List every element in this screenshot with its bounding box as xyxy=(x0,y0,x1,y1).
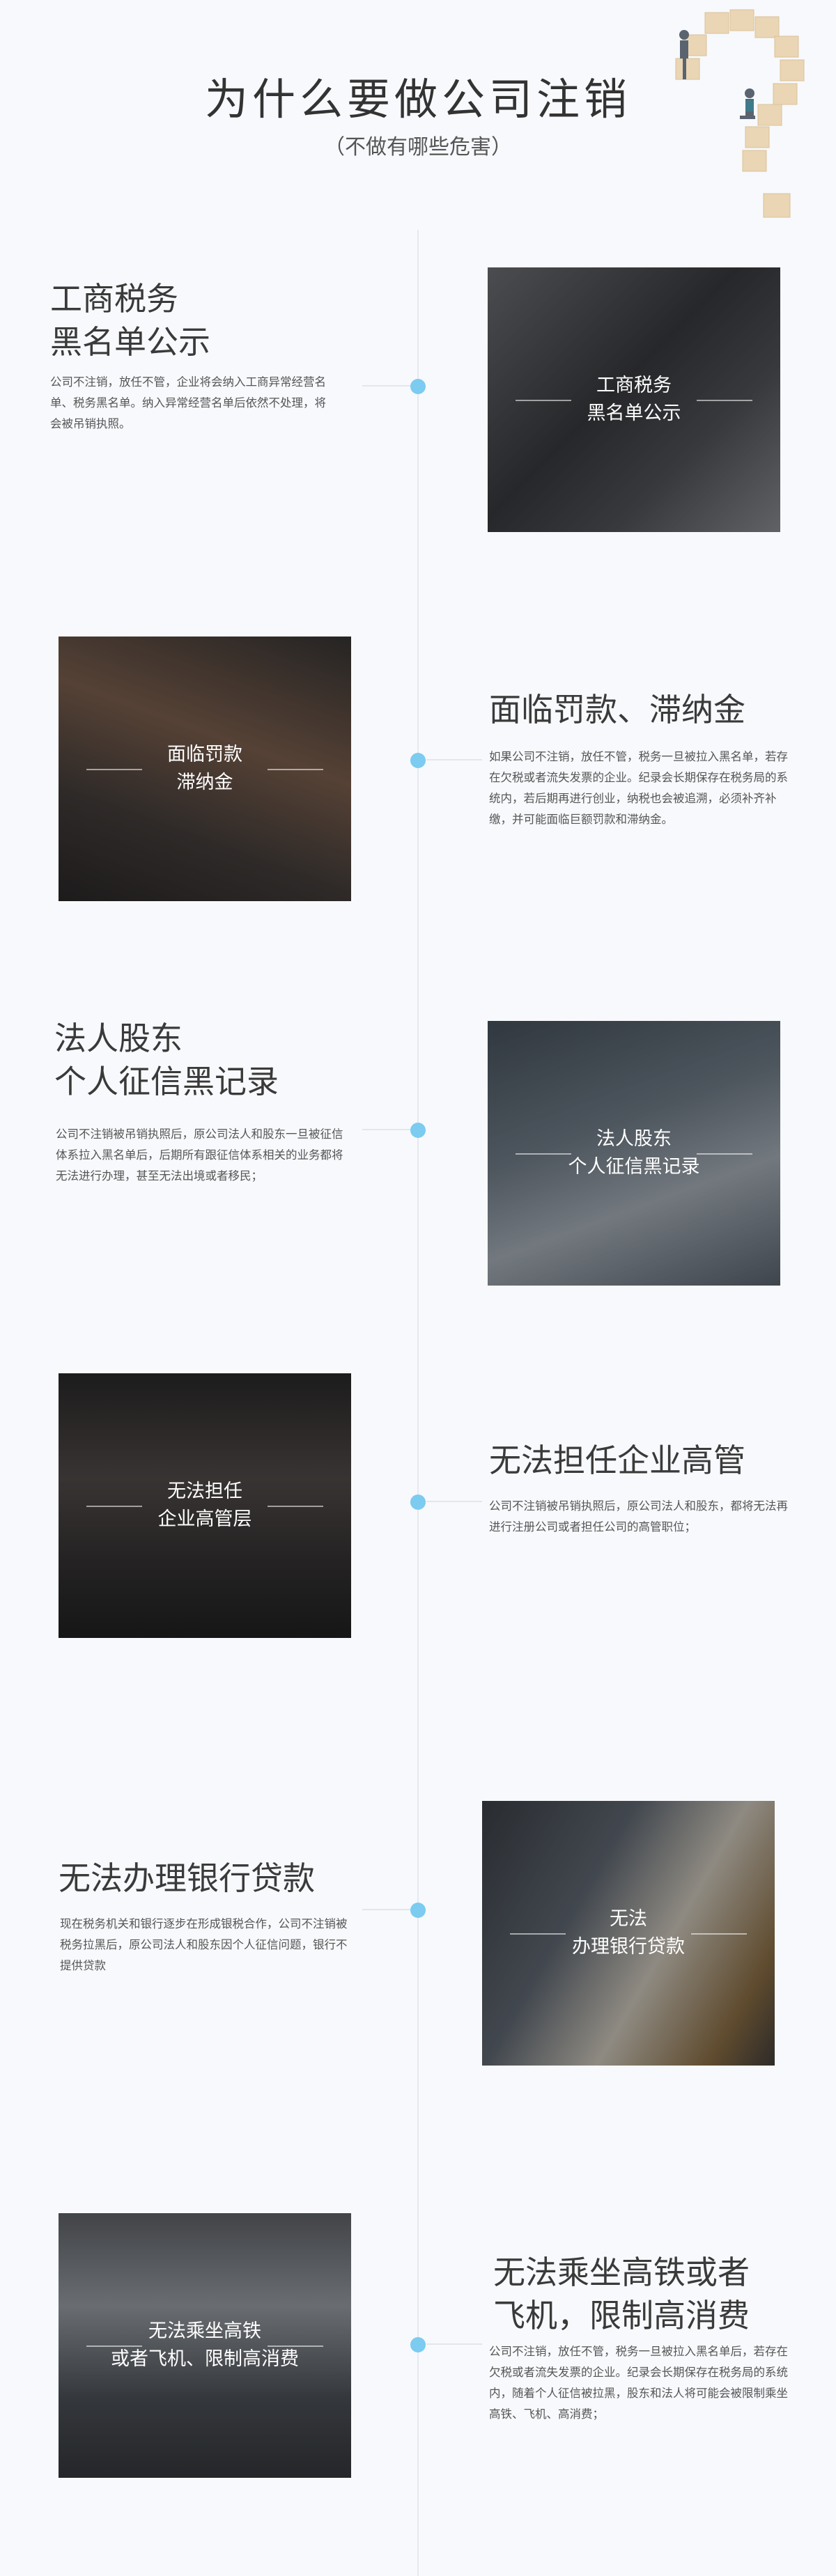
timeline-dot xyxy=(410,1903,426,1918)
item-description: 公司不注销被吊销执照后，原公司法人和股东一旦被征信体系拉入黑名单后，后期所有跟征… xyxy=(56,1127,343,1182)
timeline-dot xyxy=(410,2337,426,2352)
timeline-line xyxy=(417,230,419,2576)
timeline-dot xyxy=(410,379,426,394)
connector-line xyxy=(362,1129,418,1130)
connector-line xyxy=(426,1501,482,1502)
connector-line xyxy=(426,759,482,760)
connector-line xyxy=(362,1909,418,1910)
timeline-dot xyxy=(410,1494,426,1510)
connector-line xyxy=(362,385,418,387)
item-photo: 法人股东 个人征信黑记录 xyxy=(488,1021,780,1286)
item-description: 现在税务机关和银行逐步在形成银税合作，公司不注销被税务拉黑后，原公司法人和股东因… xyxy=(60,1917,348,1972)
question-mark-illustration xyxy=(675,9,805,218)
timeline-dot xyxy=(410,753,426,768)
item-heading: 工商税务 黑名单公示 xyxy=(50,280,210,361)
item-photo: 无法乘坐高铁 或者飞机、限制高消费 xyxy=(59,2213,351,2478)
item-description: 公司不注销，放任不管，企业将会纳入工商异常经营名单、税务黑名单。纳入异常经营名单… xyxy=(50,375,326,430)
item-heading: 面临罚款、滞纳金 xyxy=(489,691,745,728)
item-heading: 法人股东 个人征信黑记录 xyxy=(54,1020,279,1100)
item-description: 公司不注销被吊销执照后，原公司法人和股东，都将无法再进行注册公司或者担任公司的高… xyxy=(489,1499,788,1533)
item-photo: 面临罚款 滞纳金 xyxy=(59,637,351,901)
item-heading: 无法担任企业高管 xyxy=(489,1442,745,1479)
item-photo: 工商税务 黑名单公示 xyxy=(488,267,780,532)
item-description: 公司不注销，放任不管，税务一旦被拉入黑名单后，若存在欠税或者流失发票的企业。纪录… xyxy=(489,2345,788,2421)
connector-line xyxy=(426,2343,482,2345)
item-photo: 无法担任 企业高管层 xyxy=(59,1373,351,1638)
item-heading: 无法乘坐高铁或者 飞机，限制高消费 xyxy=(493,2254,750,2334)
item-description: 如果公司不注销，放任不管，税务一旦被拉入黑名单，若存在欠税或者流失发票的企业。纪… xyxy=(489,750,788,826)
item-heading: 无法办理银行贷款 xyxy=(59,1859,315,1897)
item-photo: 无法 办理银行贷款 xyxy=(482,1801,775,2066)
timeline-dot xyxy=(410,1123,426,1138)
